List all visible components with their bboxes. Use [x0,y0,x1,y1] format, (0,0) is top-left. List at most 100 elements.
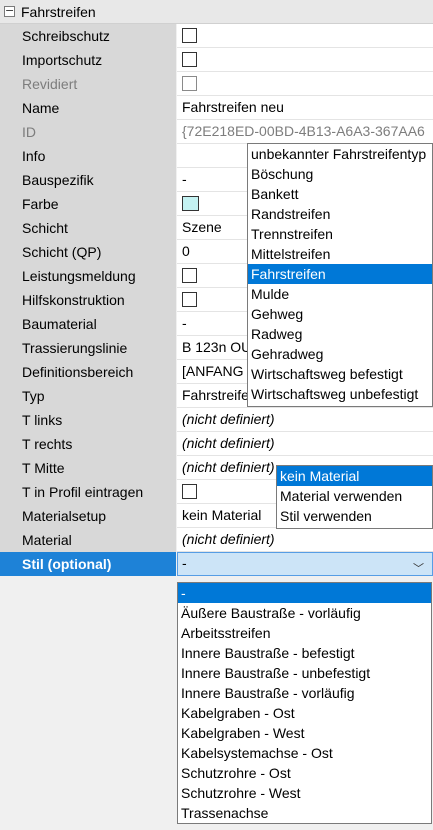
property-label: T rechts [18,432,176,456]
property-label: Farbe [18,192,176,216]
property-row-t-links[interactable]: T links (nicht definiert) [0,408,433,432]
dropdown-option[interactable]: Innere Baustraße - befestigt [178,643,431,663]
category-title: Fahrstreifen [21,4,96,20]
dropdown-option[interactable]: Material verwenden [277,486,432,506]
row-gutter [0,360,18,384]
dropdown-option[interactable]: Trennstreifen [248,224,432,244]
dropdown-option[interactable]: Bankett [248,184,432,204]
property-value-text: (nicht definiert) [182,531,275,547]
property-label: Hilfskonstruktion [18,288,176,312]
property-value-text: (nicht definiert) [182,435,275,451]
dropdown-option[interactable]: Kabelgraben - West [178,723,431,743]
row-gutter [0,384,18,408]
dropdown-option[interactable]: Äußere Baustraße - vorläufig [178,603,431,623]
property-label: Revidiert [18,72,176,96]
property-row-material[interactable]: Material (nicht definiert) [0,528,433,552]
property-label: Schicht [18,216,176,240]
dropdown-option[interactable]: Stil verwenden [277,506,432,526]
property-value[interactable]: (nicht definiert) [177,408,433,432]
dropdown-option[interactable]: Fahrstreifen [248,264,432,284]
dropdown-option[interactable]: Gehradweg [248,344,432,364]
property-value-text: kein Material [182,507,262,523]
property-label: Name [18,96,176,120]
dropdown-option[interactable]: Mulde [248,284,432,304]
color-swatch[interactable] [182,195,199,211]
property-row-t-rechts[interactable]: T rechts (nicht definiert) [0,432,433,456]
typ-dropdown-list[interactable]: unbekannter Fahrstreifentyp Böschung Banke… [247,143,433,407]
property-value[interactable]: (nicht definiert) [177,432,433,456]
property-value-text: Szene [182,219,222,235]
property-value [177,72,433,96]
row-gutter [0,240,18,264]
row-gutter [0,456,18,480]
row-gutter [0,312,18,336]
dropdown-option[interactable]: Kabelgraben - Ost [178,703,431,723]
property-label: T links [18,408,176,432]
dropdown-option[interactable]: Böschung [248,164,432,184]
property-label: Materialsetup [18,504,176,528]
row-gutter [0,504,18,528]
dropdown-option[interactable]: unbekannter Fahrstreifentyp [248,144,432,164]
property-label: Stil (optional) [18,552,176,576]
chevron-down-icon[interactable]: ﹀ [413,558,424,575]
property-label: Material [18,528,176,552]
property-label: Importschutz [18,48,176,72]
checkbox[interactable] [182,483,197,499]
property-value-text: - [182,555,187,571]
dropdown-option[interactable]: Radweg [248,324,432,344]
dropdown-option[interactable]: Schutzrohre - West [178,783,431,803]
category-header[interactable]: − Fahrstreifen [0,0,433,24]
dropdown-option[interactable]: Arbeitsstreifen [178,623,431,643]
property-row-stil-optional[interactable]: Stil (optional) - ﹀ [0,552,433,576]
row-gutter [0,408,18,432]
dropdown-option[interactable]: Mittelstreifen [248,244,432,264]
property-value[interactable] [177,48,433,72]
dropdown-option[interactable]: Trassenachse [178,803,431,823]
checkbox[interactable] [182,267,197,283]
property-label: Bauspezifik [18,168,176,192]
checkbox[interactable] [182,291,197,307]
row-gutter [0,168,18,192]
property-label: T Mitte [18,456,176,480]
row-gutter [0,216,18,240]
property-row-schreibschutz[interactable]: Schreibschutz [0,24,433,48]
property-value[interactable]: Fahrstreifen neu [177,96,433,120]
dropdown-option[interactable]: Wirtschaftsweg unbefestigt [248,384,432,404]
stil-dropdown-list[interactable]: - Äußere Baustraße - vorläufig Arbeitsstre… [177,582,432,824]
property-value[interactable]: - ﹀ [177,552,433,576]
dropdown-option[interactable]: Wirtschaftsweg befestigt [248,364,432,384]
dropdown-option[interactable]: Schutzrohre - Ost [178,763,431,783]
property-label: Schreibschutz [18,24,176,48]
property-row-importschutz[interactable]: Importschutz [0,48,433,72]
property-row-revidiert[interactable]: Revidiert [0,72,433,96]
row-gutter [0,264,18,288]
property-value-text: (nicht definiert) [182,459,275,475]
materialsetup-dropdown-list[interactable]: kein Material Material verwenden Stil verw… [276,465,433,529]
property-value-text: - [182,315,187,331]
row-gutter [0,96,18,120]
property-label: Definitionsbereich [18,360,176,384]
dropdown-option[interactable]: Innere Baustraße - unbefestigt [178,663,431,683]
dropdown-option[interactable]: Innere Baustraße - vorläufig [178,683,431,703]
checkbox[interactable] [182,27,197,43]
property-row-id[interactable]: ID {72E218ED-00BD-4B13-A6A3-367AA6 [0,120,433,144]
dropdown-option[interactable]: kein Material [277,466,432,486]
dropdown-option[interactable]: Kabelsystemachse - Ost [178,743,431,763]
property-value[interactable] [177,24,433,48]
dropdown-option[interactable]: Gehweg [248,304,432,324]
property-value-text: (nicht definiert) [182,411,275,427]
checkbox[interactable] [182,51,197,67]
dropdown-option[interactable]: Randstreifen [248,204,432,224]
property-row-name[interactable]: Name Fahrstreifen neu [0,96,433,120]
row-gutter [0,288,18,312]
property-value-text: Fahrstreifen neu [182,99,284,115]
property-label: T in Profil eintragen [18,480,176,504]
row-gutter [0,72,18,96]
collapse-icon[interactable]: − [4,5,15,17]
property-label: Baumaterial [18,312,176,336]
property-value[interactable]: (nicht definiert) [177,528,433,552]
property-label: Info [18,144,176,168]
row-gutter [0,144,18,168]
property-label: Schicht (QP) [18,240,176,264]
dropdown-option[interactable]: - [178,583,431,603]
